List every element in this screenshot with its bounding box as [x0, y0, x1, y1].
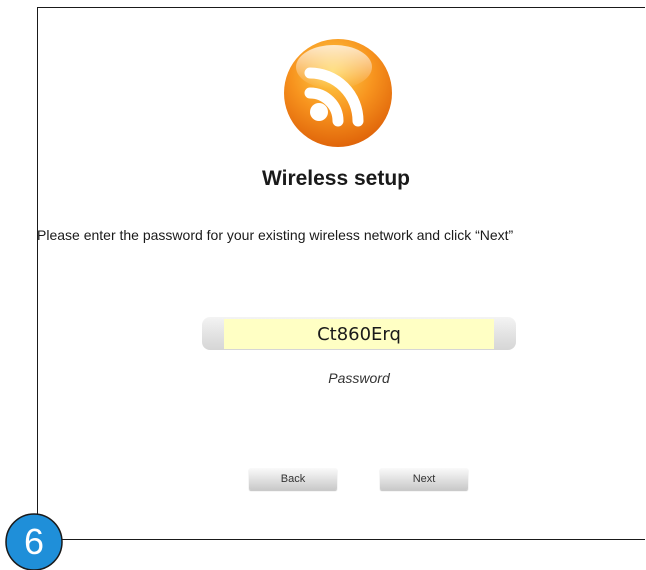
back-button[interactable]: Back: [249, 468, 337, 490]
password-label: Password: [328, 370, 390, 386]
password-input[interactable]: [224, 319, 494, 349]
step-number: 6: [23, 521, 45, 562]
wizard-page: Wireless setup Please enter the password…: [0, 0, 646, 570]
page-title: Wireless setup: [261, 167, 411, 190]
wifi-rss-icon: [284, 39, 392, 147]
instruction-text: Please enter the password for your exist…: [37, 227, 514, 243]
next-button[interactable]: Next: [380, 468, 468, 490]
